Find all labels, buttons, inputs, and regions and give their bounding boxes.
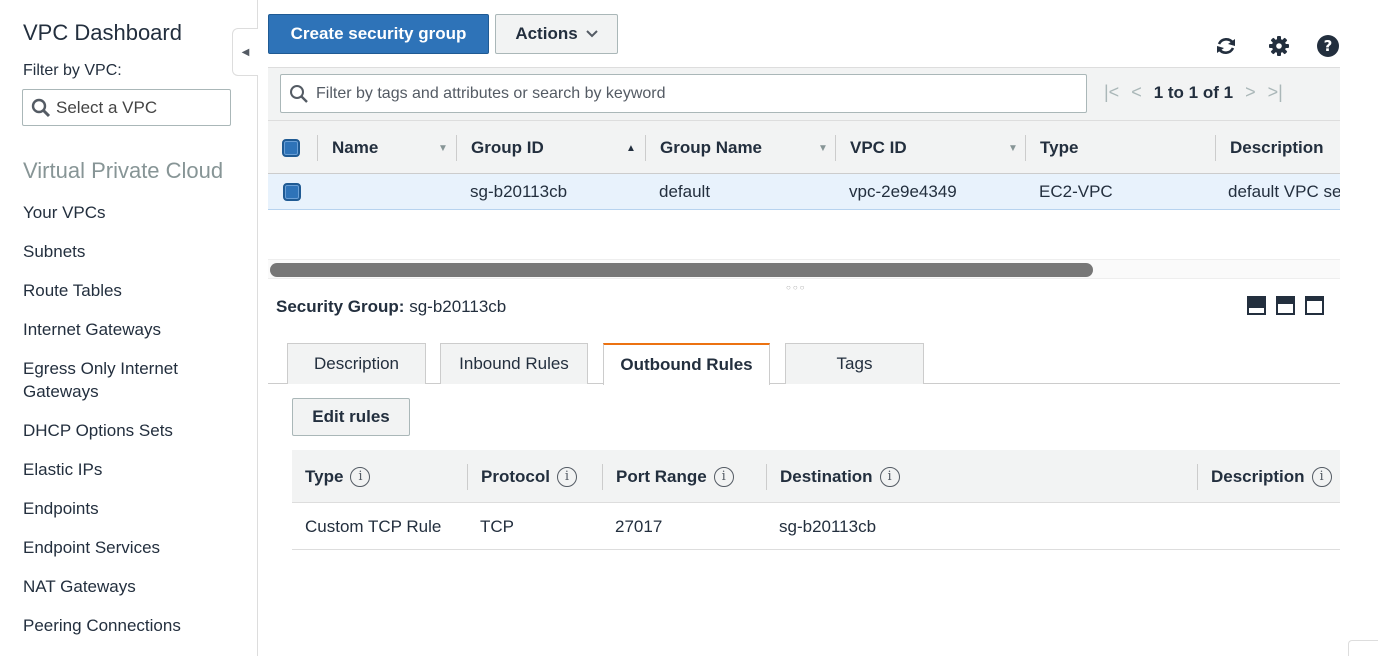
tab-inbound-rules[interactable]: Inbound Rules [440, 343, 588, 384]
sidebar-item-nat-gateways[interactable]: NAT Gateways [23, 575, 223, 598]
row-checkbox[interactable] [283, 174, 301, 210]
svg-text:?: ? [1324, 37, 1333, 55]
column-header-type[interactable]: Type [1040, 121, 1078, 175]
column-header-name[interactable]: Name [332, 121, 378, 175]
search-icon [290, 84, 308, 103]
filter-input[interactable]: Filter by tags and attributes or search … [280, 74, 1087, 113]
cell-group-name: default [659, 182, 711, 201]
gear-icon[interactable] [1266, 33, 1292, 59]
cell-vpc-id: vpc-2e9e4349 [849, 182, 957, 201]
sidebar-title[interactable]: VPC Dashboard [23, 20, 182, 46]
info-icon[interactable]: i [879, 466, 900, 487]
sidebar-item-dhcp-options-sets[interactable]: DHCP Options Sets [23, 419, 223, 442]
sidebar-item-endpoint-services[interactable]: Endpoint Services [23, 536, 223, 559]
column-header-group-id[interactable]: Group ID [471, 121, 544, 175]
rules-row: Custom TCP Rule TCP 27017 sg-b20113cb [292, 503, 1340, 550]
create-security-group-button[interactable]: Create security group [268, 14, 489, 54]
edit-rules-button[interactable]: Edit rules [292, 398, 410, 436]
cell-type: EC2-VPC [1039, 182, 1113, 201]
security-group-label-key: Security Group: [276, 297, 405, 316]
rules-table-header: Type i Protocol i Port Range i Destination i… [292, 450, 1340, 503]
cell-group-id: sg-b20113cb [470, 182, 568, 201]
table-row[interactable]: sg-b20113cb default vpc-2e9e4349 EC2-VPC… [268, 174, 1340, 210]
rules-column-port-range: Port Range i [616, 450, 734, 503]
info-icon[interactable]: i [350, 466, 371, 487]
sidebar-item-your-vpcs[interactable]: Your VPCs [23, 201, 223, 224]
sidebar-section-title: Virtual Private Cloud [23, 158, 224, 183]
layout-full-icon[interactable] [1247, 296, 1266, 315]
sidebar-item-elastic-ips[interactable]: Elastic IPs [23, 458, 223, 481]
info-icon[interactable]: i [713, 466, 734, 487]
rule-destination: sg-b20113cb [779, 516, 877, 536]
vpc-filter-label: Filter by VPC: [23, 62, 122, 79]
tab-tags[interactable]: Tags [785, 343, 924, 384]
rule-type: Custom TCP Rule [305, 516, 442, 536]
info-icon[interactable]: i [556, 466, 577, 487]
sidebar-item-peering-connections[interactable]: Peering Connections [23, 614, 223, 637]
vpc-select-placeholder: Select a VPC [56, 97, 158, 117]
sidebar-nav: Your VPCs Subnets Route Tables Internet … [23, 201, 223, 653]
sort-desc-icon[interactable]: ▼ [818, 121, 828, 175]
rule-port-range: 27017 [615, 516, 663, 536]
pagination: |< < 1 to 1 of 1 > >| [1104, 82, 1283, 103]
feedback-tab[interactable] [1348, 640, 1378, 656]
sort-desc-icon[interactable]: ▼ [1008, 121, 1018, 175]
prev-page-icon[interactable]: < [1131, 82, 1142, 103]
sidebar-item-subnets[interactable]: Subnets [23, 240, 223, 263]
tab-description[interactable]: Description [287, 343, 426, 384]
sidebar-item-endpoints[interactable]: Endpoints [23, 497, 223, 520]
column-header-vpc-id[interactable]: VPC ID [850, 121, 907, 175]
help-icon[interactable]: ? [1315, 33, 1341, 59]
pagination-count: 1 to 1 of 1 [1153, 82, 1234, 102]
layout-toggle-group [1247, 296, 1324, 315]
table-header: Name ▼ Group ID ▲ Group Name ▼ VPC ID ▼ … [268, 120, 1340, 174]
sidebar-item-egress-only-internet-gateways[interactable]: Egress Only Internet Gateways [23, 357, 223, 403]
resize-handle-icon[interactable]: ○○○ [786, 283, 807, 292]
sidebar-item-route-tables[interactable]: Route Tables [23, 279, 223, 302]
filter-placeholder: Filter by tags and attributes or search … [316, 84, 666, 102]
rules-column-type: Type i [305, 450, 371, 503]
rule-protocol: TCP [480, 516, 514, 536]
next-page-icon[interactable]: > [1245, 82, 1256, 103]
vpc-select[interactable]: Select a VPC [22, 89, 231, 126]
cell-description: default VPC se [1228, 182, 1340, 201]
tab-outbound-rules[interactable]: Outbound Rules [603, 343, 770, 385]
sidebar-collapse-button[interactable]: ◀ [232, 28, 258, 76]
sort-asc-icon[interactable]: ▲ [626, 121, 636, 175]
column-header-description[interactable]: Description [1230, 121, 1324, 175]
rules-column-protocol: Protocol i [481, 450, 577, 503]
chevron-down-icon [585, 30, 598, 38]
actions-label: Actions [515, 24, 578, 43]
first-page-icon[interactable]: |< [1104, 82, 1119, 103]
filter-bar: Filter by tags and attributes or search … [268, 67, 1340, 120]
sidebar: VPC Dashboard Filter by VPC: Select a VP… [0, 0, 258, 656]
rules-column-destination: Destination i [780, 450, 900, 503]
rules-column-description: Description i [1211, 450, 1332, 503]
refresh-icon[interactable] [1213, 33, 1239, 59]
layout-half-icon[interactable] [1276, 296, 1295, 315]
last-page-icon[interactable]: >| [1268, 82, 1283, 103]
actions-button[interactable]: Actions [495, 14, 618, 54]
column-header-group-name[interactable]: Group Name [660, 121, 762, 175]
info-icon[interactable]: i [1311, 466, 1332, 487]
sort-desc-icon[interactable]: ▼ [438, 121, 448, 175]
search-icon [31, 98, 51, 117]
sidebar-item-internet-gateways[interactable]: Internet Gateways [23, 318, 223, 341]
scrollbar-thumb[interactable] [270, 263, 1093, 277]
caret-left-icon: ◀ [241, 46, 250, 58]
security-group-id: sg-b20113cb [409, 297, 507, 316]
layout-min-icon[interactable] [1305, 296, 1324, 315]
select-all-checkbox[interactable] [282, 121, 300, 175]
security-group-label: Security Group: sg-b20113cb [276, 297, 506, 317]
